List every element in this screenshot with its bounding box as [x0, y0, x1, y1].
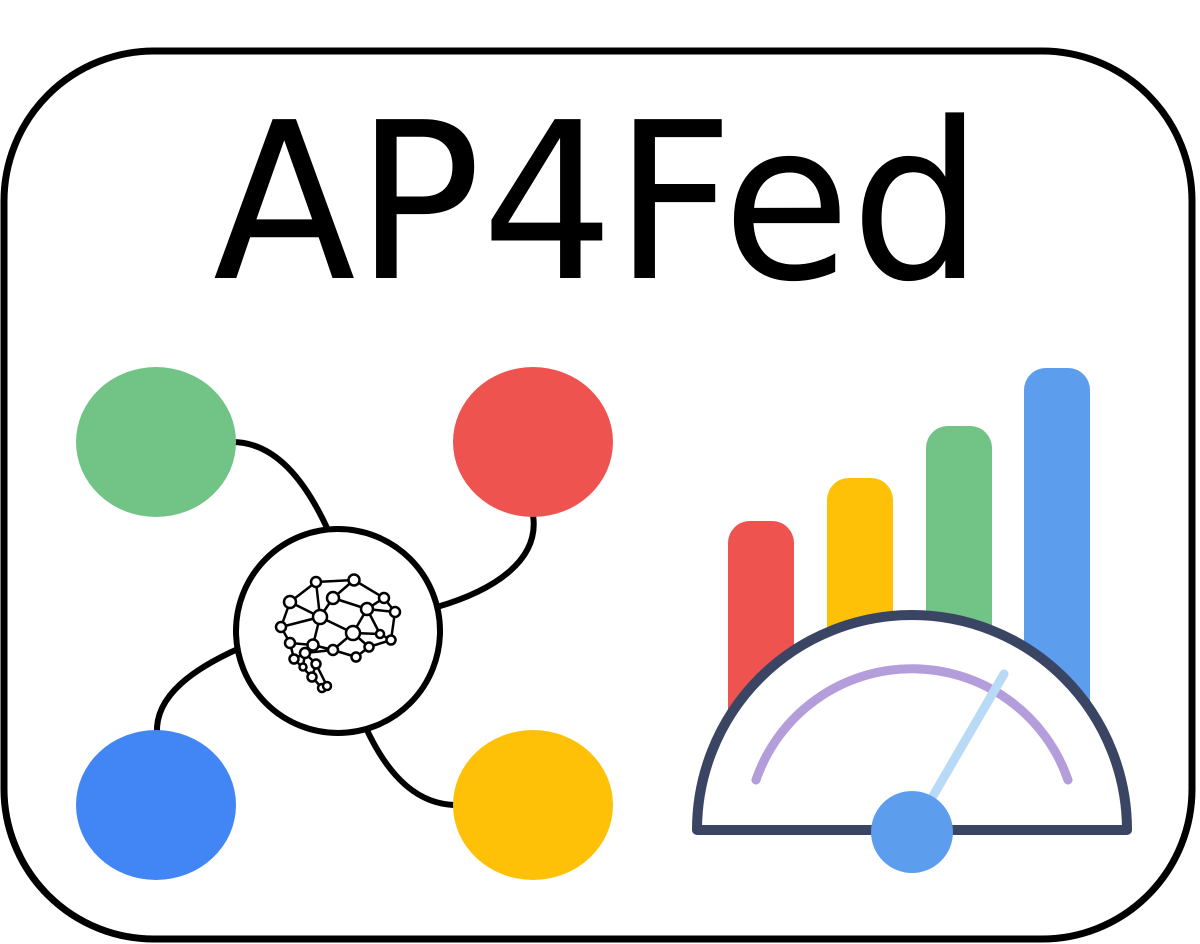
ap4fed-logo: AP4Fed: [0, 47, 1196, 943]
client-node-blue: [76, 730, 236, 880]
client-node-red: [453, 367, 613, 517]
server-node: [233, 526, 443, 736]
logo-title: AP4Fed: [213, 77, 983, 330]
client-node-yellow: [453, 730, 613, 880]
gauge-hub: [871, 791, 953, 873]
client-node-green: [76, 367, 236, 517]
